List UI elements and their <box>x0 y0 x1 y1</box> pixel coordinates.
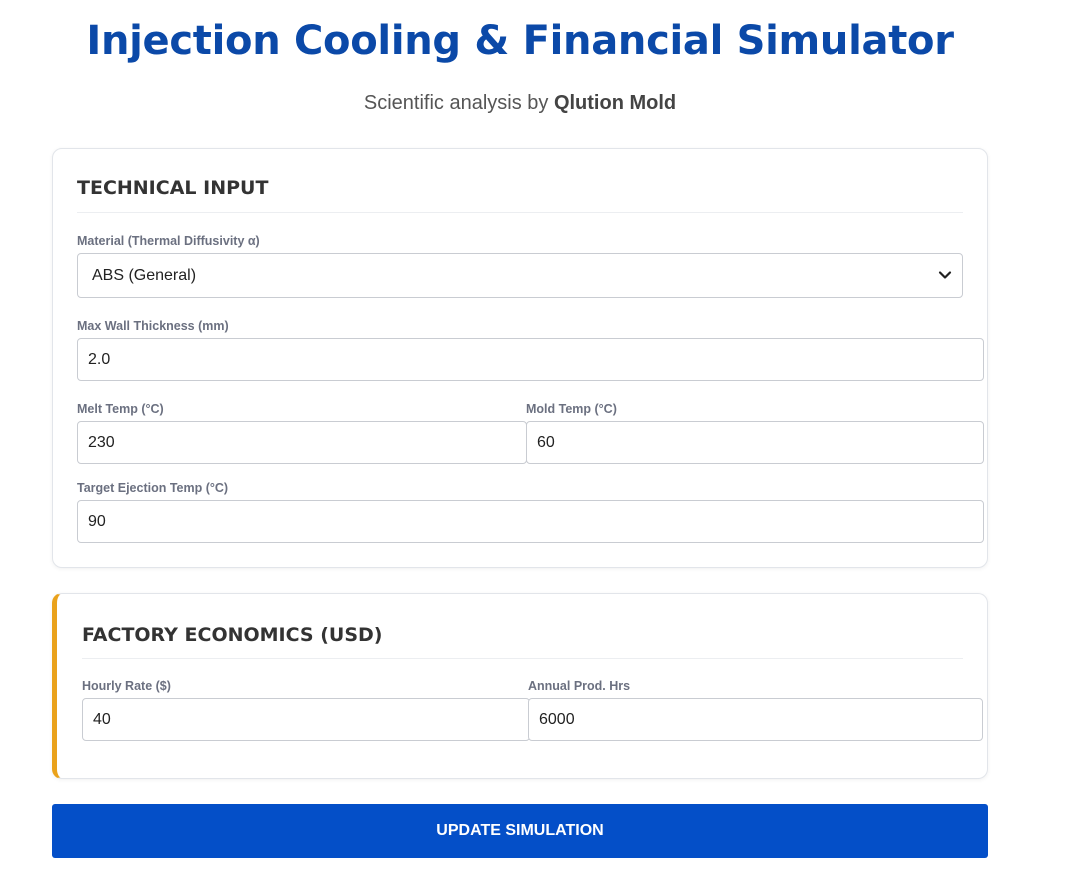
subtitle-brand: Qlution Mold <box>553 92 677 114</box>
technical-divider <box>77 212 963 213</box>
ejection-temp-label: Target Ejection Temp (°C) <box>77 481 229 495</box>
technical-input-card: TECHNICAL INPUT Material (Thermal Diffus… <box>52 148 988 568</box>
wall-thickness-label: Max Wall Thickness (mm) <box>77 319 229 333</box>
economics-divider <box>82 658 963 659</box>
material-label: Material (Thermal Diffusivity α) <box>77 234 260 248</box>
page: Injection Cooling & Financial Simulator … <box>0 0 1071 876</box>
hourly-rate-input[interactable]: 40 <box>82 698 530 741</box>
mold-temp-input[interactable]: 60 <box>526 421 984 464</box>
technical-input-heading: TECHNICAL INPUT <box>77 177 269 199</box>
material-select-value: ABS (General) <box>92 267 197 284</box>
wall-thickness-input[interactable]: 2.0 <box>77 338 984 381</box>
page-title: Injection Cooling & Financial Simulator <box>86 18 954 64</box>
update-simulation-button[interactable]: UPDATE SIMULATION <box>52 804 988 858</box>
ejection-temp-input[interactable]: 90 <box>77 500 984 543</box>
page-subtitle: Scientific analysis by Qlution Mold <box>0 92 1040 115</box>
melt-temp-input[interactable]: 230 <box>77 421 527 464</box>
subtitle-prefix: Scientific analysis by <box>363 92 554 114</box>
factory-economics-card: FACTORY ECONOMICS (USD) Hourly Rate ($) … <box>52 593 988 779</box>
annual-hours-label: Annual Prod. Hrs <box>528 679 631 693</box>
annual-hours-input[interactable]: 6000 <box>528 698 983 741</box>
melt-temp-label: Melt Temp (°C) <box>77 402 164 416</box>
hourly-rate-label: Hourly Rate ($) <box>82 679 171 693</box>
factory-economics-heading: FACTORY ECONOMICS (USD) <box>82 624 383 646</box>
material-select[interactable]: ABS (General) <box>77 253 963 298</box>
chevron-down-icon <box>938 271 952 279</box>
mold-temp-label: Mold Temp (°C) <box>526 402 617 416</box>
